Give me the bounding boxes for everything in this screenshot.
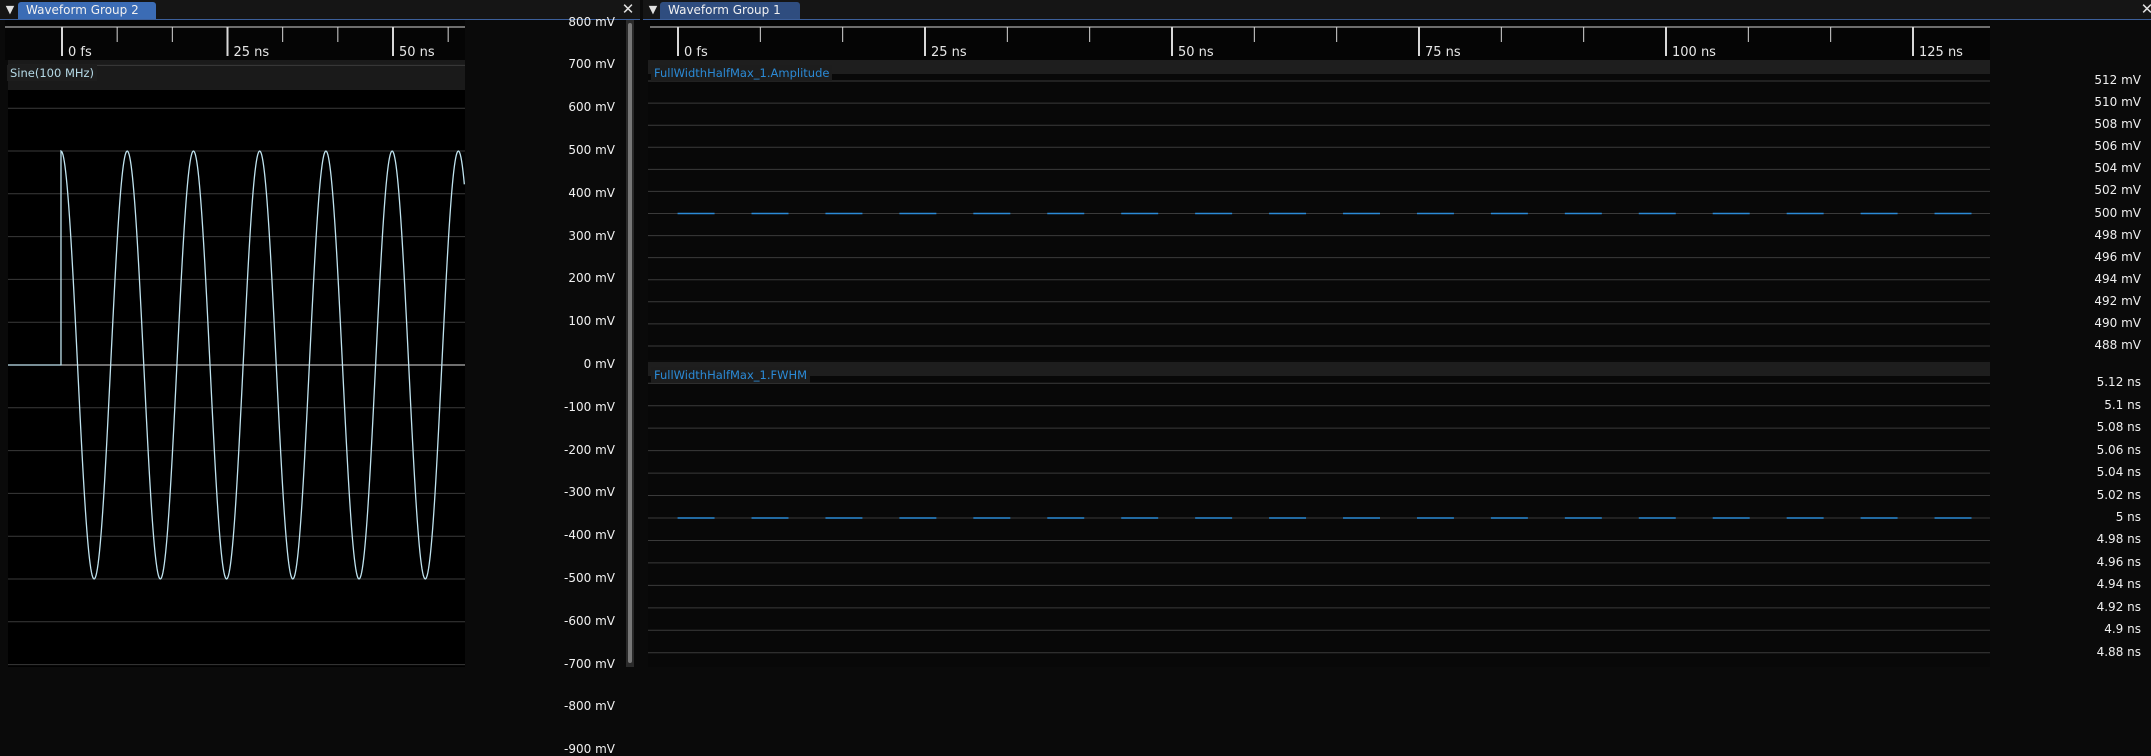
fwhm-trace-label: FullWidthHalfMax_1.FWHM [651, 367, 811, 383]
y-tick-label: 504 mV [2094, 161, 2141, 176]
ruler-label: 50 ns [1178, 45, 1214, 60]
y-tick-label: 496 mV [2094, 249, 2141, 264]
y-tick-label: 5.02 ns [2096, 487, 2141, 502]
y-tick-label: -100 mV [564, 399, 615, 414]
y-tick-label: 4.92 ns [2096, 599, 2141, 614]
y-tick-label: 100 mV [568, 314, 615, 329]
y-tick-label: 4.88 ns [2096, 644, 2141, 659]
tab-waveform-group-1[interactable]: Waveform Group 1 [660, 2, 800, 19]
y-tick-label: 492 mV [2094, 293, 2141, 308]
y-tick-label: -600 mV [564, 613, 615, 628]
y-tick-label: 5.12 ns [2096, 375, 2141, 390]
ruler-label: 100 ns [1672, 45, 1716, 60]
y-tick-label: 5 ns [2115, 510, 2141, 524]
y-tick-label: 506 mV [2094, 139, 2141, 154]
ruler-label: 0 fs [68, 45, 92, 60]
right-group-close-icon[interactable]: ✕ [2139, 0, 2151, 19]
y-tick-label: 600 mV [568, 100, 615, 115]
amplitude-lane-header [648, 60, 1990, 74]
y-tick-label: 4.98 ns [2096, 532, 2141, 547]
ruler-label: 75 ns [1425, 45, 1461, 60]
ruler-label: 0 fs [684, 45, 708, 60]
left-group-menu-icon[interactable]: ▼ [2, 0, 18, 19]
y-tick-label: 5.08 ns [2096, 420, 2141, 435]
y-tick-label: -500 mV [564, 571, 615, 585]
y-tick-label: -300 mV [564, 485, 615, 500]
y-tick-label: 5.1 ns [2104, 397, 2141, 412]
y-tick-label: 300 mV [568, 228, 615, 243]
amplitude-trace-label: FullWidthHalfMax_1.Amplitude [651, 65, 833, 81]
y-tick-label: 488 mV [2094, 337, 2141, 352]
y-tick-label: 498 mV [2094, 227, 2141, 242]
y-tick-label: -900 mV [564, 742, 615, 756]
y-tick-label: 494 mV [2094, 271, 2141, 286]
left-scrollbar-thumb[interactable] [628, 23, 632, 663]
left-waveform-area[interactable] [0, 60, 625, 667]
y-tick-label: 4.96 ns [2096, 554, 2141, 569]
y-tick-label: 500 mV [2094, 205, 2141, 220]
y-tick-label: 510 mV [2094, 95, 2141, 110]
y-tick-label: -800 mV [564, 699, 615, 714]
ruler-label: 25 ns [931, 45, 967, 60]
sine-trace-label: Sine(100 MHz) [7, 65, 98, 81]
y-tick-label: 5.06 ns [2096, 442, 2141, 457]
fwhm-lane-header [648, 362, 1990, 376]
right-group-menu-icon[interactable]: ▼ [645, 0, 661, 19]
y-tick-label: 5.04 ns [2096, 465, 2141, 480]
y-tick-label: 400 mV [568, 185, 615, 200]
right-time-ruler[interactable]: 0 fs 25 ns 50 ns 75 ns 100 ns 125 ns [650, 20, 1990, 60]
y-tick-label: 700 mV [568, 57, 615, 72]
right-waveform-area[interactable] [648, 60, 1991, 667]
left-time-ruler[interactable]: 0 fs 25 ns 50 ns [5, 20, 465, 60]
y-tick-label: 4.94 ns [2096, 577, 2141, 592]
right-tab-bar [643, 0, 2151, 20]
y-tick-label: 502 mV [2094, 183, 2141, 198]
y-tick-label: -700 mV [564, 656, 615, 671]
y-tick-label: 4.9 ns [2104, 622, 2141, 637]
tab-waveform-group-2[interactable]: Waveform Group 2 [18, 2, 156, 19]
ruler-label: 125 ns [1919, 45, 1963, 60]
fwhm-lane-bg [648, 362, 1990, 667]
y-tick-label: -200 mV [564, 442, 615, 457]
amplitude-lane-bg [648, 60, 1990, 360]
y-tick-label: 800 mV [568, 14, 615, 29]
y-tick-label: 500 mV [568, 143, 615, 157]
y-tick-label: 512 mV [2094, 73, 2141, 88]
y-tick-label: 490 mV [2094, 315, 2141, 330]
left-vertical-scrollbar[interactable] [626, 20, 634, 667]
y-tick-label: 508 mV [2094, 117, 2141, 132]
y-tick-label: -400 mV [564, 528, 615, 543]
left-group-close-icon[interactable]: ✕ [620, 0, 636, 19]
y-tick-label: 200 mV [568, 271, 615, 286]
ruler-label: 25 ns [234, 45, 270, 60]
ruler-label: 50 ns [399, 45, 435, 60]
y-tick-label: 0 mV [583, 357, 615, 371]
